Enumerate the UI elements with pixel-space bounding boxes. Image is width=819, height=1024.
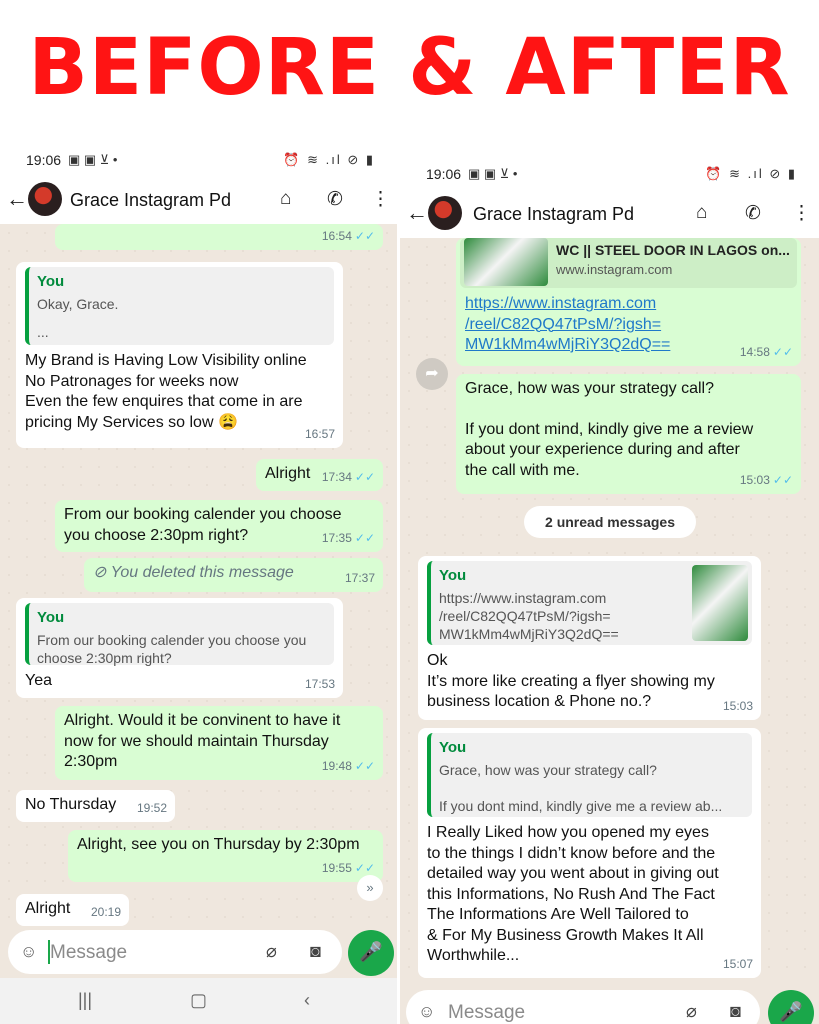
message-bubble[interactable]: From our booking calender you choose you… <box>55 500 383 552</box>
message-input-bar: ☺ Message ⌀ ◙ 🎤 <box>0 922 397 984</box>
add-call-icon[interactable]: ✆ <box>327 188 343 211</box>
emoji-icon[interactable]: ☺ <box>20 942 37 962</box>
contact-name[interactable]: Grace Instagram Pd <box>473 204 634 225</box>
more-vert-icon[interactable]: ⋮ <box>371 188 390 211</box>
message-bubble[interactable]: Alright. Would it be convinent to have i… <box>55 706 383 780</box>
contact-name[interactable]: Grace Instagram Pd <box>70 190 231 211</box>
status-time: 19:06 <box>426 166 462 182</box>
status-notification-icons: ▣ ▣ ⊻ • <box>468 166 518 181</box>
message-bubble[interactable]: WC || STEEL DOOR IN LAGOS on... www.inst… <box>456 238 801 366</box>
emoji-icon[interactable]: ☺ <box>418 1002 435 1022</box>
paperclip-icon[interactable]: ⌀ <box>266 941 277 962</box>
back-arrow-icon[interactable]: ← <box>6 186 28 212</box>
mic-button[interactable]: 🎤 <box>348 930 394 976</box>
system-navigation-bar: ||| ▢ ‹ <box>0 978 397 1024</box>
recent-apps-icon[interactable]: ||| <box>78 990 92 1011</box>
message-bubble[interactable]: Alright, see you on Thursday by 2:30pm 1… <box>68 830 383 882</box>
scroll-down-button[interactable]: » <box>357 875 383 901</box>
home-icon[interactable]: ▢ <box>190 990 207 1011</box>
quoted-message[interactable]: You https://www.instagram.com /reel/C82Q… <box>427 561 752 645</box>
link-preview-thumbnail <box>464 238 548 286</box>
store-icon[interactable]: ⌂ <box>280 188 291 210</box>
message-bubble[interactable]: Grace, how was your strategy call? If yo… <box>456 374 801 494</box>
message-bubble[interactable]: 16:54 ✓✓ <box>55 224 383 250</box>
unread-messages-badge: 2 unread messages <box>524 506 696 538</box>
message-input[interactable]: ☺ Message ⌀ ◙ <box>406 990 760 1024</box>
status-time: 19:06 <box>26 152 62 168</box>
add-call-icon[interactable]: ✆ <box>745 202 761 225</box>
before-screenshot: 19:06 ▣ ▣ ⊻ • ⏰ ≋ .ıl ⊘ ▮ ← Grace Instag… <box>0 140 397 1024</box>
message-bubble[interactable]: You Okay, Grace. ... My Brand is Having … <box>16 262 343 448</box>
chat-header: ← Grace Instagram Pd ⌂ ✆ ⋮ <box>0 178 397 224</box>
message-bubble[interactable]: No Thursday 19:52 <box>16 790 175 822</box>
quoted-message[interactable]: You Okay, Grace. ... <box>25 267 334 345</box>
paperclip-icon[interactable]: ⌀ <box>686 1001 697 1022</box>
status-notification-icons: ▣ ▣ ⊻ • <box>68 152 118 167</box>
more-vert-icon[interactable]: ⋮ <box>792 202 811 225</box>
mic-button[interactable]: 🎤 <box>768 990 814 1024</box>
after-screenshot: 19:06 ▣ ▣ ⊻ • ⏰ ≋ .ıl ⊘ ▮ ← Grace Instag… <box>400 154 819 1024</box>
mic-icon: 🎤 <box>359 942 383 963</box>
quoted-thumbnail <box>692 565 748 641</box>
chat-area[interactable]: ➦ WC || STEEL DOOR IN LAGOS on... www.in… <box>400 238 819 978</box>
camera-icon[interactable]: ◙ <box>310 941 321 962</box>
back-arrow-icon[interactable]: ← <box>406 200 428 226</box>
forward-icon[interactable]: ➦ <box>416 358 448 390</box>
chat-header: ← Grace Instagram Pd ⌂ ✆ ⋮ <box>400 192 819 238</box>
store-icon[interactable]: ⌂ <box>696 202 707 224</box>
quoted-message[interactable]: You Grace, how was your strategy call? I… <box>427 733 752 817</box>
mic-icon: 🎤 <box>779 1002 803 1023</box>
deleted-icon: ⊘ <box>93 564 107 581</box>
status-bar: 19:06 ▣ ▣ ⊻ • ⏰ ≋ .ıl ⊘ ▮ <box>400 154 819 192</box>
message-bubble[interactable]: You From our booking calender you choose… <box>16 598 343 698</box>
deleted-message-bubble[interactable]: ⊘ You deleted this message 17:37 <box>84 558 383 592</box>
message-bubble[interactable]: You https://www.instagram.com /reel/C82Q… <box>418 556 761 720</box>
avatar[interactable] <box>28 182 62 216</box>
message-input-bar: ☺ Message ⌀ ◙ 🎤 <box>400 982 819 1024</box>
camera-icon[interactable]: ◙ <box>730 1001 741 1022</box>
chat-area[interactable]: 16:54 ✓✓ You Okay, Grace. ... My Brand is… <box>0 224 397 930</box>
avatar[interactable] <box>428 196 462 230</box>
status-bar: 19:06 ▣ ▣ ⊻ • ⏰ ≋ .ıl ⊘ ▮ <box>0 140 397 178</box>
read-ticks-icon: ✓✓ <box>354 228 375 243</box>
message-bubble[interactable]: Alright 17:34 ✓✓ <box>256 459 383 491</box>
message-link[interactable]: https://www.instagram.com <box>465 294 792 315</box>
status-system-icons: ⏰ ≋ .ıl ⊘ ▮ <box>705 166 797 181</box>
page: BEFORE & AFTER 19:06 ▣ ▣ ⊻ • ⏰ ≋ .ıl ⊘ ▮… <box>0 0 819 1024</box>
message-input[interactable]: ☺ Message ⌀ ◙ <box>8 930 342 974</box>
message-bubble[interactable]: You Grace, how was your strategy call? I… <box>418 728 761 978</box>
nav-back-icon[interactable]: ‹ <box>304 990 310 1011</box>
quoted-message[interactable]: You From our booking calender you choose… <box>25 603 334 666</box>
banner-title: BEFORE & AFTER <box>28 23 791 113</box>
link-preview[interactable]: WC || STEEL DOOR IN LAGOS on... www.inst… <box>460 238 797 288</box>
status-system-icons: ⏰ ≋ .ıl ⊘ ▮ <box>283 152 375 167</box>
